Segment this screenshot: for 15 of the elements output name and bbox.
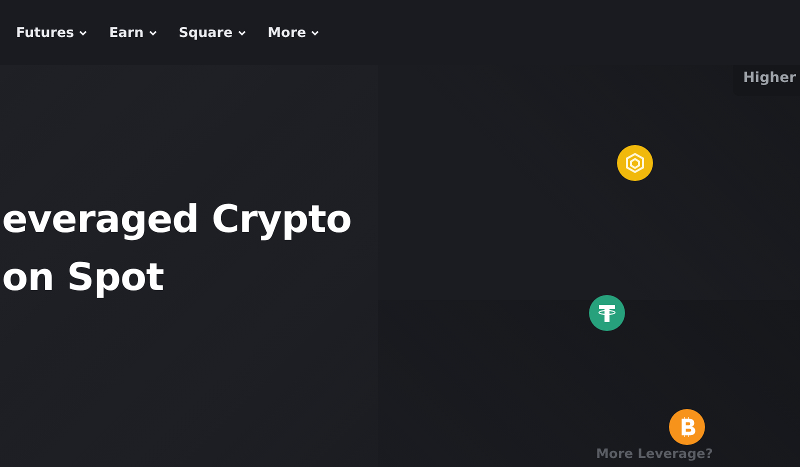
nav-menu-item[interactable]: Futures [16, 24, 88, 40]
caret-icon [148, 30, 157, 36]
caret-icon [238, 30, 246, 36]
hero-heading: on Spot [2, 254, 165, 301]
card-text: Higher [743, 70, 796, 86]
coin-icon [669, 409, 705, 445]
coin-icon [589, 295, 625, 331]
caret-icon [311, 30, 320, 36]
nav-menu-item[interactable]: Square [178, 24, 246, 40]
nav-menu-item[interactable]: Earn [109, 24, 157, 40]
nav-menu-item[interactable]: More [268, 24, 320, 40]
hero-heading: everaged Crypto [2, 196, 352, 243]
caret-icon [79, 30, 88, 36]
coin-icon [617, 145, 653, 181]
caption-text: More Leverage? [596, 447, 713, 462]
